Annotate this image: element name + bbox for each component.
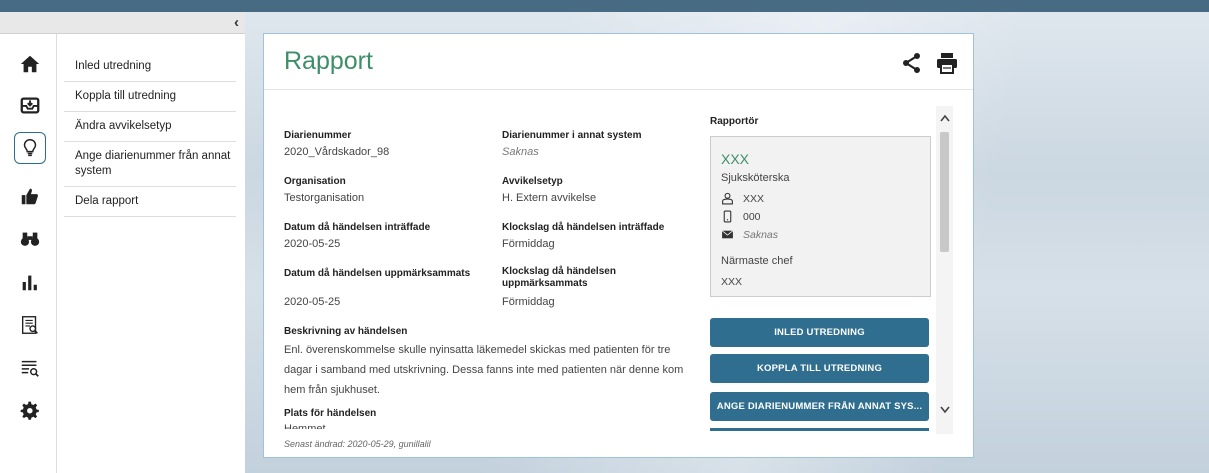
sidebar-collapse-row: ‹ bbox=[0, 12, 245, 34]
print-icon[interactable] bbox=[935, 51, 959, 75]
email-icon bbox=[721, 230, 734, 239]
next-action-button-partial[interactable] bbox=[710, 428, 929, 431]
diarienummer-value: 2020_Vårdskador_98 bbox=[284, 146, 390, 158]
inbox-icon[interactable] bbox=[14, 89, 46, 121]
datum-uppm-value: 2020-05-25 bbox=[284, 296, 341, 308]
rapportor-card: XXX Sjuksköterska XXX 000 Saknas Närmast… bbox=[710, 136, 931, 297]
rapportor-role: Sjuksköterska bbox=[721, 172, 790, 184]
inled-utredning-button[interactable]: INLED UTREDNING bbox=[710, 318, 929, 347]
rapportor-email-row: Saknas bbox=[721, 228, 778, 241]
rapportor-user-row: XXX bbox=[721, 192, 764, 205]
organisation-label: Organisation bbox=[284, 176, 346, 187]
binoculars-icon[interactable] bbox=[14, 223, 46, 255]
beskrivning-label: Beskrivning av händelsen bbox=[284, 326, 408, 337]
menu-item-ange-diarienummer[interactable]: Ange diarienummer från annat system bbox=[64, 142, 236, 187]
ange-diarienummer-button[interactable]: ANGE DIARIENUMMER FRÅN ANNAT SYS... bbox=[710, 392, 929, 421]
klockslag-inffade-label: Klockslag då händelsen inträffade bbox=[502, 222, 665, 233]
chevron-down-icon bbox=[939, 406, 950, 414]
scroll-down-arrow[interactable] bbox=[936, 402, 953, 418]
rapportor-label: Rapportör bbox=[710, 116, 759, 127]
scroll-thumb[interactable] bbox=[940, 132, 949, 252]
report-panel: Rapport Diarienummer 2020_Vårdskador_98 … bbox=[263, 33, 974, 458]
menu-item-andra-avvikelsetyp[interactable]: Ändra avvikelsetyp bbox=[64, 112, 236, 142]
datum-uppm-label: Datum då händelsen uppmärksammats bbox=[284, 268, 471, 279]
plats-label: Plats för händelsen bbox=[284, 408, 377, 419]
lightbulb-icon[interactable] bbox=[14, 132, 46, 164]
menu-item-dela-rapport[interactable]: Dela rapport bbox=[64, 187, 236, 217]
diarienummer-label: Diarienummer bbox=[284, 130, 352, 141]
avvikelsetyp-label: Avvikelsetyp bbox=[502, 176, 563, 187]
plats-value: Hemmet bbox=[284, 423, 326, 429]
klockslag-uppm-value: Förmiddag bbox=[502, 296, 555, 308]
report-header: Rapport bbox=[264, 34, 973, 90]
klockslag-inffade-value: Förmiddag bbox=[502, 238, 555, 250]
rapportor-name: XXX bbox=[721, 151, 750, 167]
narmaste-chef-value: XXX bbox=[721, 276, 743, 288]
list-search-icon[interactable] bbox=[14, 352, 46, 384]
avvikelsetyp-value: H. Extern avvikelse bbox=[502, 192, 597, 204]
rapportor-user: XXX bbox=[743, 192, 765, 205]
collapse-sidebar-button[interactable]: ‹ bbox=[234, 14, 239, 31]
rapportor-email: Saknas bbox=[743, 228, 779, 241]
settings-icon[interactable] bbox=[14, 395, 46, 427]
datum-inffade-value: 2020-05-25 bbox=[284, 238, 341, 250]
thumbs-up-icon[interactable] bbox=[14, 180, 46, 212]
user-icon bbox=[722, 192, 733, 205]
action-menu: Inled utredning Koppla till utredning Än… bbox=[64, 52, 236, 217]
rapportor-phone-row: 000 bbox=[721, 210, 761, 223]
beskrivning-text: Enl. överenskommelse skulle nyinsatta lä… bbox=[284, 344, 684, 396]
klockslag-uppm-label: Klockslag då händelsen uppmärksammats bbox=[502, 266, 616, 289]
diarienummer-annat-value: Saknas bbox=[502, 146, 539, 158]
scroll-up-arrow[interactable] bbox=[936, 110, 953, 126]
icon-sidebar bbox=[0, 34, 57, 473]
last-modified: Senast ändrad: 2020-05-29, gunillalil bbox=[284, 439, 431, 449]
scrollbar[interactable] bbox=[936, 106, 953, 434]
rapportor-phone: 000 bbox=[743, 210, 761, 223]
share-icon[interactable] bbox=[900, 51, 924, 75]
menu-item-inled-utredning[interactable]: Inled utredning bbox=[64, 52, 236, 82]
organisation-value: Testorganisation bbox=[284, 192, 365, 204]
koppla-till-utredning-button[interactable]: KOPPLA TILL UTREDNING bbox=[710, 354, 929, 383]
top-bar bbox=[0, 0, 1209, 12]
mobile-phone-icon bbox=[723, 210, 732, 223]
menu-item-koppla-till-utredning[interactable]: Koppla till utredning bbox=[64, 82, 236, 112]
document-search-icon[interactable] bbox=[14, 309, 46, 341]
home-icon[interactable] bbox=[14, 48, 46, 80]
diarienummer-annat-label: Diarienummer i annat system bbox=[502, 130, 642, 141]
narmaste-chef-label: Närmaste chef bbox=[721, 255, 793, 267]
chevron-up-icon bbox=[939, 114, 950, 122]
page-title: Rapport bbox=[284, 47, 373, 75]
bar-chart-icon[interactable] bbox=[14, 266, 46, 298]
datum-inffade-label: Datum då händelsen inträffade bbox=[284, 222, 431, 233]
